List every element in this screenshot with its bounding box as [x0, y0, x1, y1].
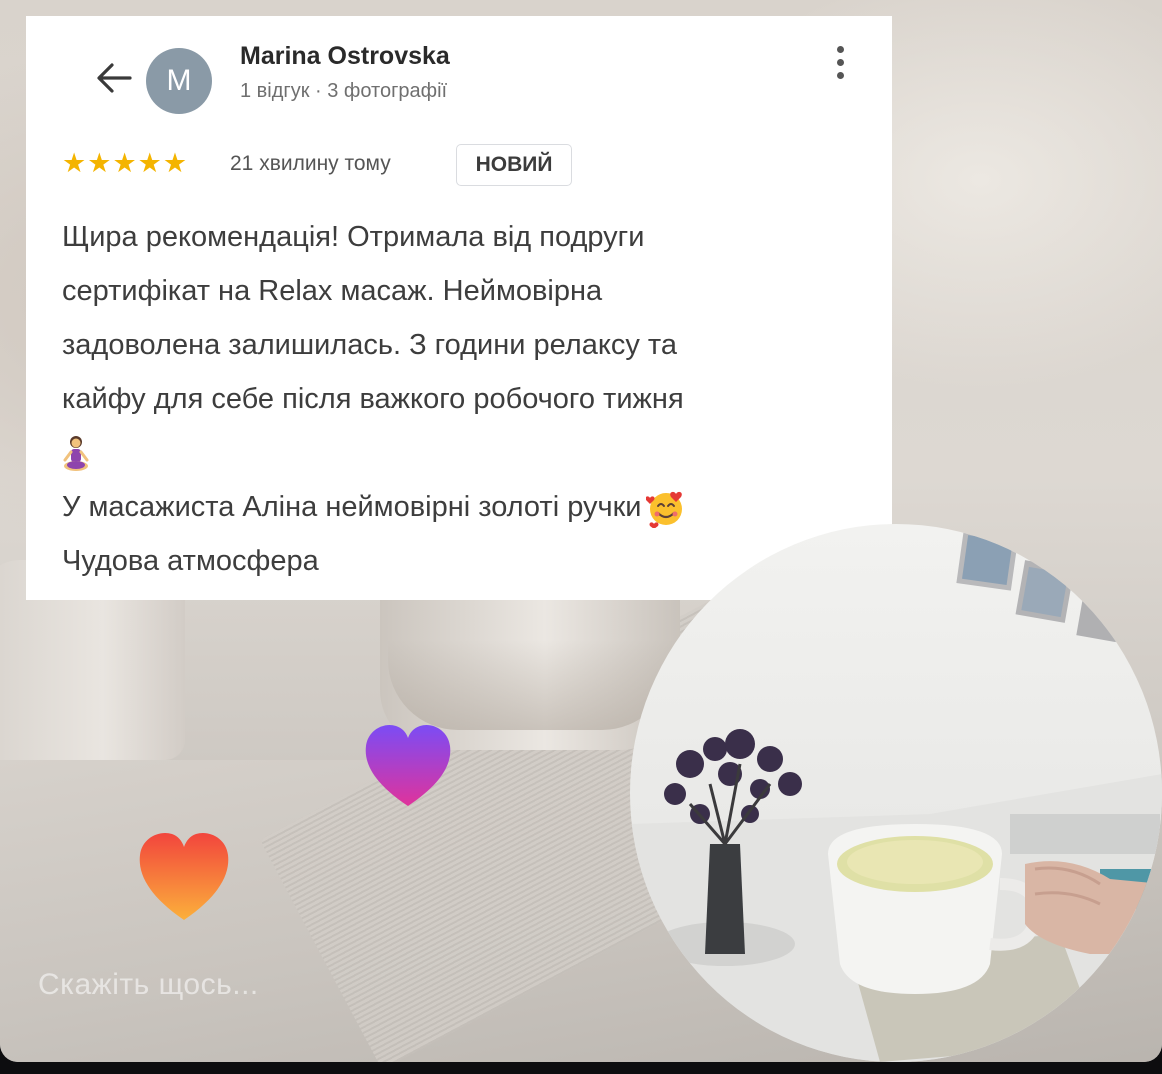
- reviewer-meta: 1 відгук · 3 фотографії: [240, 80, 448, 102]
- review-card: M Marina Ostrovska 1 відгук · 3 фотограф…: [26, 16, 892, 600]
- heart-icon: [365, 724, 451, 806]
- avatar: M: [146, 48, 212, 114]
- rating-stars: ★ ★ ★ ★ ★: [62, 148, 187, 178]
- video-bubble[interactable]: [630, 524, 1162, 1062]
- video-frame-illustration: [630, 528, 1162, 1062]
- new-badge: НОВИЙ: [456, 144, 572, 186]
- star-icon: ★: [112, 148, 137, 178]
- review-text-line-wrap: У масажиста Аліна неймовірні золоті ручк…: [62, 480, 872, 534]
- star-icon: ★: [137, 148, 162, 178]
- person-in-lotus-position-emoji: [63, 436, 89, 472]
- comment-input[interactable]: Скажіть щось...: [38, 968, 259, 1002]
- star-icon: ★: [162, 148, 188, 178]
- back-arrow-icon[interactable]: [92, 58, 136, 98]
- star-icon: ★: [87, 148, 112, 178]
- review-text-line: сертифікат на Relax масаж. Неймовірна: [62, 275, 603, 307]
- review-text-line: задоволена залишилась. З години релаксу …: [62, 329, 677, 361]
- review-time: 21 хвилину тому: [230, 152, 391, 175]
- background-candle-shadow: [388, 640, 672, 730]
- star-icon: ★: [62, 148, 87, 178]
- heart-icon: [139, 832, 229, 920]
- more-vert-icon[interactable]: [822, 40, 858, 84]
- smiling-face-with-hearts-emoji: [645, 492, 682, 529]
- review-text-line: Щира рекомендація! Отримала від подруги: [62, 221, 645, 253]
- story-viewer[interactable]: M Marina Ostrovska 1 відгук · 3 фотограф…: [0, 0, 1162, 1062]
- review-text-line: кайфу для себе після важкого робочого ти…: [62, 383, 684, 415]
- review-text-emoji-line: [62, 426, 872, 480]
- review-text: Щира рекомендація! Отримала від подруги …: [62, 210, 872, 588]
- review-text-line: У масажиста Аліна неймовірні золоті ручк…: [62, 491, 642, 523]
- reviewer-name[interactable]: Marina Ostrovska: [240, 42, 450, 71]
